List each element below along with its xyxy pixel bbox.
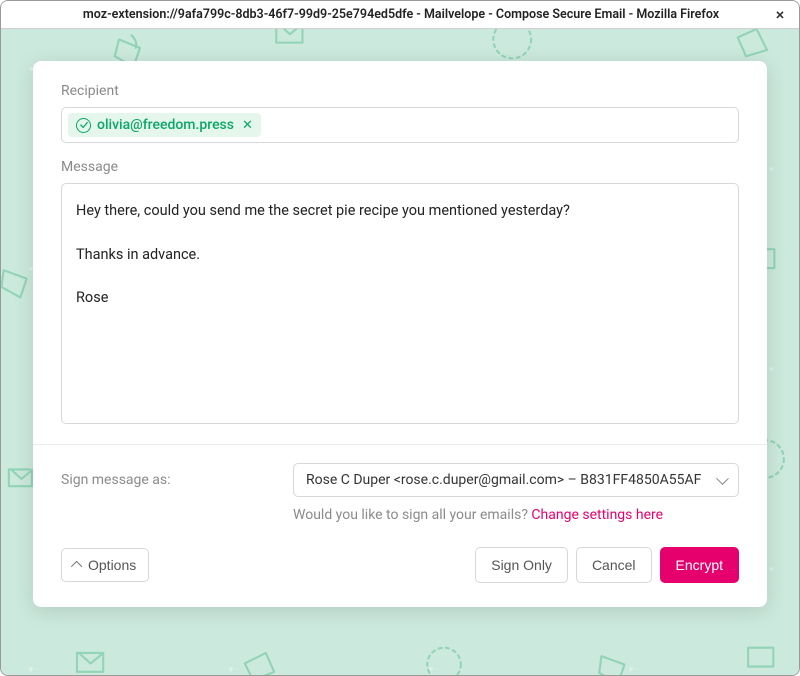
options-button[interactable]: Options xyxy=(61,548,149,582)
remove-recipient-icon[interactable]: ✕ xyxy=(240,118,253,133)
sign-only-button[interactable]: Sign Only xyxy=(475,547,568,583)
verified-check-icon xyxy=(76,118,91,133)
sign-hint: Would you like to sign all your emails? … xyxy=(61,507,739,523)
options-label: Options xyxy=(88,557,136,573)
recipient-email: olivia@freedom.press xyxy=(97,117,234,133)
close-icon[interactable]: × xyxy=(771,6,789,24)
recipient-pill: olivia@freedom.press ✕ xyxy=(68,113,261,137)
chevron-up-icon xyxy=(71,561,82,572)
recipient-input[interactable]: olivia@freedom.press ✕ xyxy=(61,107,739,143)
footer-row: Options Sign Only Cancel Encrypt xyxy=(61,547,739,583)
sign-identity-select[interactable]: Rose C Duper <rose.c.duper@gmail.com> – … xyxy=(293,463,739,497)
sign-row: Sign message as: Rose C Duper <rose.c.du… xyxy=(61,463,739,497)
recipient-label: Recipient xyxy=(61,83,739,99)
compose-card: Recipient olivia@freedom.press ✕ Message… xyxy=(33,61,767,607)
cancel-button[interactable]: Cancel xyxy=(576,547,652,583)
sign-label: Sign message as: xyxy=(61,472,277,488)
sign-hint-text: Would you like to sign all your emails? xyxy=(293,507,531,523)
window-title: moz-extension://9afa799c-8db3-46f7-99d9-… xyxy=(31,7,771,22)
divider xyxy=(33,444,767,445)
message-textarea[interactable] xyxy=(61,183,739,424)
encrypt-button[interactable]: Encrypt xyxy=(660,547,739,583)
app-window: moz-extension://9afa799c-8db3-46f7-99d9-… xyxy=(0,0,800,676)
titlebar: moz-extension://9afa799c-8db3-46f7-99d9-… xyxy=(1,1,799,29)
content-background: Recipient olivia@freedom.press ✕ Message… xyxy=(1,29,799,675)
change-settings-link[interactable]: Change settings here xyxy=(531,507,663,523)
message-label: Message xyxy=(61,159,739,175)
